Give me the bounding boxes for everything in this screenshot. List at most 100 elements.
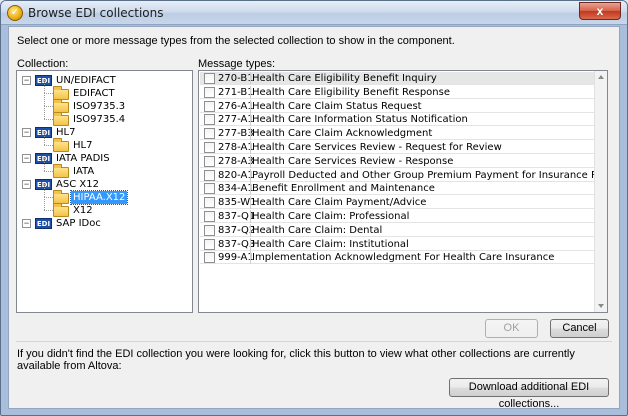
message-type-row[interactable]: 837-Q1 Health Care Claim: Professional <box>200 210 594 223</box>
vertical-scrollbar[interactable] <box>594 71 607 312</box>
title-bar[interactable]: ✓ Browse EDI collections x <box>1 1 627 25</box>
close-button[interactable]: x <box>579 2 621 20</box>
tree-connector <box>44 184 45 197</box>
message-type-row[interactable]: 837-Q3 Health Care Claim: Institutional <box>200 237 594 251</box>
tree-connector <box>44 106 45 119</box>
message-description: Health Care Claim Payment/Advice <box>252 197 427 209</box>
message-types-label: Message types: <box>198 58 276 70</box>
message-description: Health Care Information Status Notificat… <box>252 114 468 126</box>
collection-label: Collection: <box>17 58 69 70</box>
tree-node-label: HL7 <box>73 140 93 151</box>
message-type-checkbox[interactable] <box>204 86 215 98</box>
message-code: 278-A1 <box>218 142 254 153</box>
message-types-list[interactable]: 270-B1 Health Care Eligibility Benefit In… <box>198 70 608 313</box>
message-type-checkbox[interactable] <box>204 155 215 167</box>
message-code: 277-B3 <box>218 128 254 140</box>
message-type-checkbox[interactable] <box>204 252 215 264</box>
dialog-client: Select one or more message types from th… <box>8 26 620 410</box>
dialog-window: ✓ Browse EDI collections x Select one or… <box>0 0 628 416</box>
message-type-checkbox[interactable] <box>204 224 215 236</box>
collection-tree[interactable]: − EDI UN/EDIFACT EDIFACT ISO9735.3 ISO9735.4−… <box>16 70 193 313</box>
message-type-row[interactable]: 277-A1 Health Care Information Status Not… <box>200 113 594 127</box>
message-type-row[interactable]: 834-A1 Benefit Enrollment and Maintenance <box>200 182 594 196</box>
message-type-checkbox[interactable] <box>204 238 215 250</box>
collapse-toggle-icon[interactable]: − <box>22 180 31 189</box>
column-separator <box>250 72 251 85</box>
collapse-toggle-icon[interactable]: − <box>22 154 31 163</box>
tree-connector <box>44 119 53 120</box>
message-type-checkbox[interactable] <box>204 142 215 153</box>
message-type-checkbox[interactable] <box>204 114 215 126</box>
tree-connector <box>44 80 45 93</box>
collapse-toggle-icon[interactable]: − <box>22 219 31 228</box>
message-type-row[interactable]: 271-B1 Health Care Eligibility Benefit Re… <box>200 85 594 99</box>
tree-connector <box>44 145 53 146</box>
message-description: Health Care Claim: Institutional <box>252 238 409 250</box>
message-type-checkbox[interactable] <box>204 183 215 195</box>
instruction-text: Select one or more message types from th… <box>17 35 455 47</box>
collapse-toggle-icon[interactable]: − <box>22 128 31 137</box>
message-description: Payroll Deducted and Other Group Premium… <box>252 169 608 181</box>
cancel-button[interactable]: Cancel <box>550 319 609 338</box>
message-code: 277-A1 <box>218 114 254 126</box>
message-description: Health Care Claim Status Request <box>252 100 422 112</box>
message-code: 837-Q2 <box>218 224 256 236</box>
tree-connector <box>44 210 53 211</box>
ok-button[interactable]: OK <box>485 319 538 338</box>
message-description: Health Care Services Review - Response <box>252 155 454 167</box>
tree-node-label: ISO9735.4 <box>73 114 126 125</box>
folder-icon <box>53 112 69 126</box>
tree-connector <box>44 158 45 171</box>
folder-icon <box>53 164 69 178</box>
message-type-checkbox[interactable] <box>204 128 215 140</box>
column-separator <box>250 251 251 265</box>
message-code: 837-Q1 <box>218 211 256 222</box>
message-type-row[interactable]: 835-W1 Health Care Claim Payment/Advice <box>200 196 594 210</box>
folder-icon <box>53 138 69 152</box>
message-type-row[interactable]: 276-A1 Health Care Claim Status Request <box>200 99 594 113</box>
tree-connector <box>44 93 45 106</box>
message-code: 271-B1 <box>218 86 254 98</box>
message-code: 278-A3 <box>218 155 254 167</box>
message-code: 276-A1 <box>218 100 254 112</box>
column-separator <box>250 113 251 127</box>
column-separator <box>250 127 251 141</box>
message-type-checkbox[interactable] <box>204 211 215 222</box>
scroll-up-arrow-icon[interactable] <box>598 75 604 79</box>
column-separator <box>250 141 251 154</box>
window-title: Browse EDI collections <box>28 6 164 20</box>
message-description: Benefit Enrollment and Maintenance <box>252 183 435 195</box>
message-description: Health Care Eligibility Benefit Inquiry <box>252 73 437 84</box>
tree-connector <box>44 197 53 198</box>
tree-node-label: UN/EDIFACT <box>56 75 116 86</box>
message-type-checkbox[interactable] <box>204 169 215 181</box>
message-code: 835-W1 <box>218 197 257 209</box>
tree-node-label: HIPAA.X12 <box>69 190 129 205</box>
message-type-row[interactable]: 270-B1 Health Care Eligibility Benefit In… <box>200 72 594 85</box>
message-description: Health Care Claim: Professional <box>252 211 410 222</box>
message-type-row[interactable]: 820-A1 Payroll Deducted and Other Group P… <box>200 168 607 182</box>
message-type-checkbox[interactable] <box>204 197 215 209</box>
message-type-row[interactable]: 999-A1 Implementation Acknowledgment For … <box>200 251 594 265</box>
tree-collection-node[interactable]: − EDI SAP IDoc <box>17 217 192 230</box>
message-type-row[interactable]: 837-Q2 Health Care Claim: Dental <box>200 223 594 237</box>
download-collections-button[interactable]: Download additional EDI collections... <box>449 378 609 410</box>
message-type-row[interactable]: 277-B3 Health Care Claim Acknowledgment <box>200 127 594 141</box>
column-separator <box>250 168 251 182</box>
message-description: Implementation Acknowledgment For Health… <box>252 252 555 264</box>
collapse-toggle-icon[interactable]: − <box>22 76 31 85</box>
message-type-checkbox[interactable] <box>204 100 215 112</box>
divider <box>16 341 612 342</box>
message-code: 837-Q3 <box>218 238 256 250</box>
column-separator <box>250 223 251 237</box>
column-separator <box>250 85 251 99</box>
message-description: Health Care Claim: Dental <box>252 224 383 236</box>
message-description: Health Care Eligibility Benefit Response <box>252 86 450 98</box>
column-separator <box>250 210 251 223</box>
tree-connector <box>44 106 53 107</box>
message-type-row[interactable]: 278-A3 Health Care Services Review - Resp… <box>200 154 594 168</box>
app-logo-icon: ✓ <box>7 5 23 21</box>
message-type-row[interactable]: 278-A1 Health Care Services Review - Requ… <box>200 141 594 154</box>
scroll-down-arrow-icon[interactable] <box>598 304 604 308</box>
message-type-checkbox[interactable] <box>204 73 215 84</box>
